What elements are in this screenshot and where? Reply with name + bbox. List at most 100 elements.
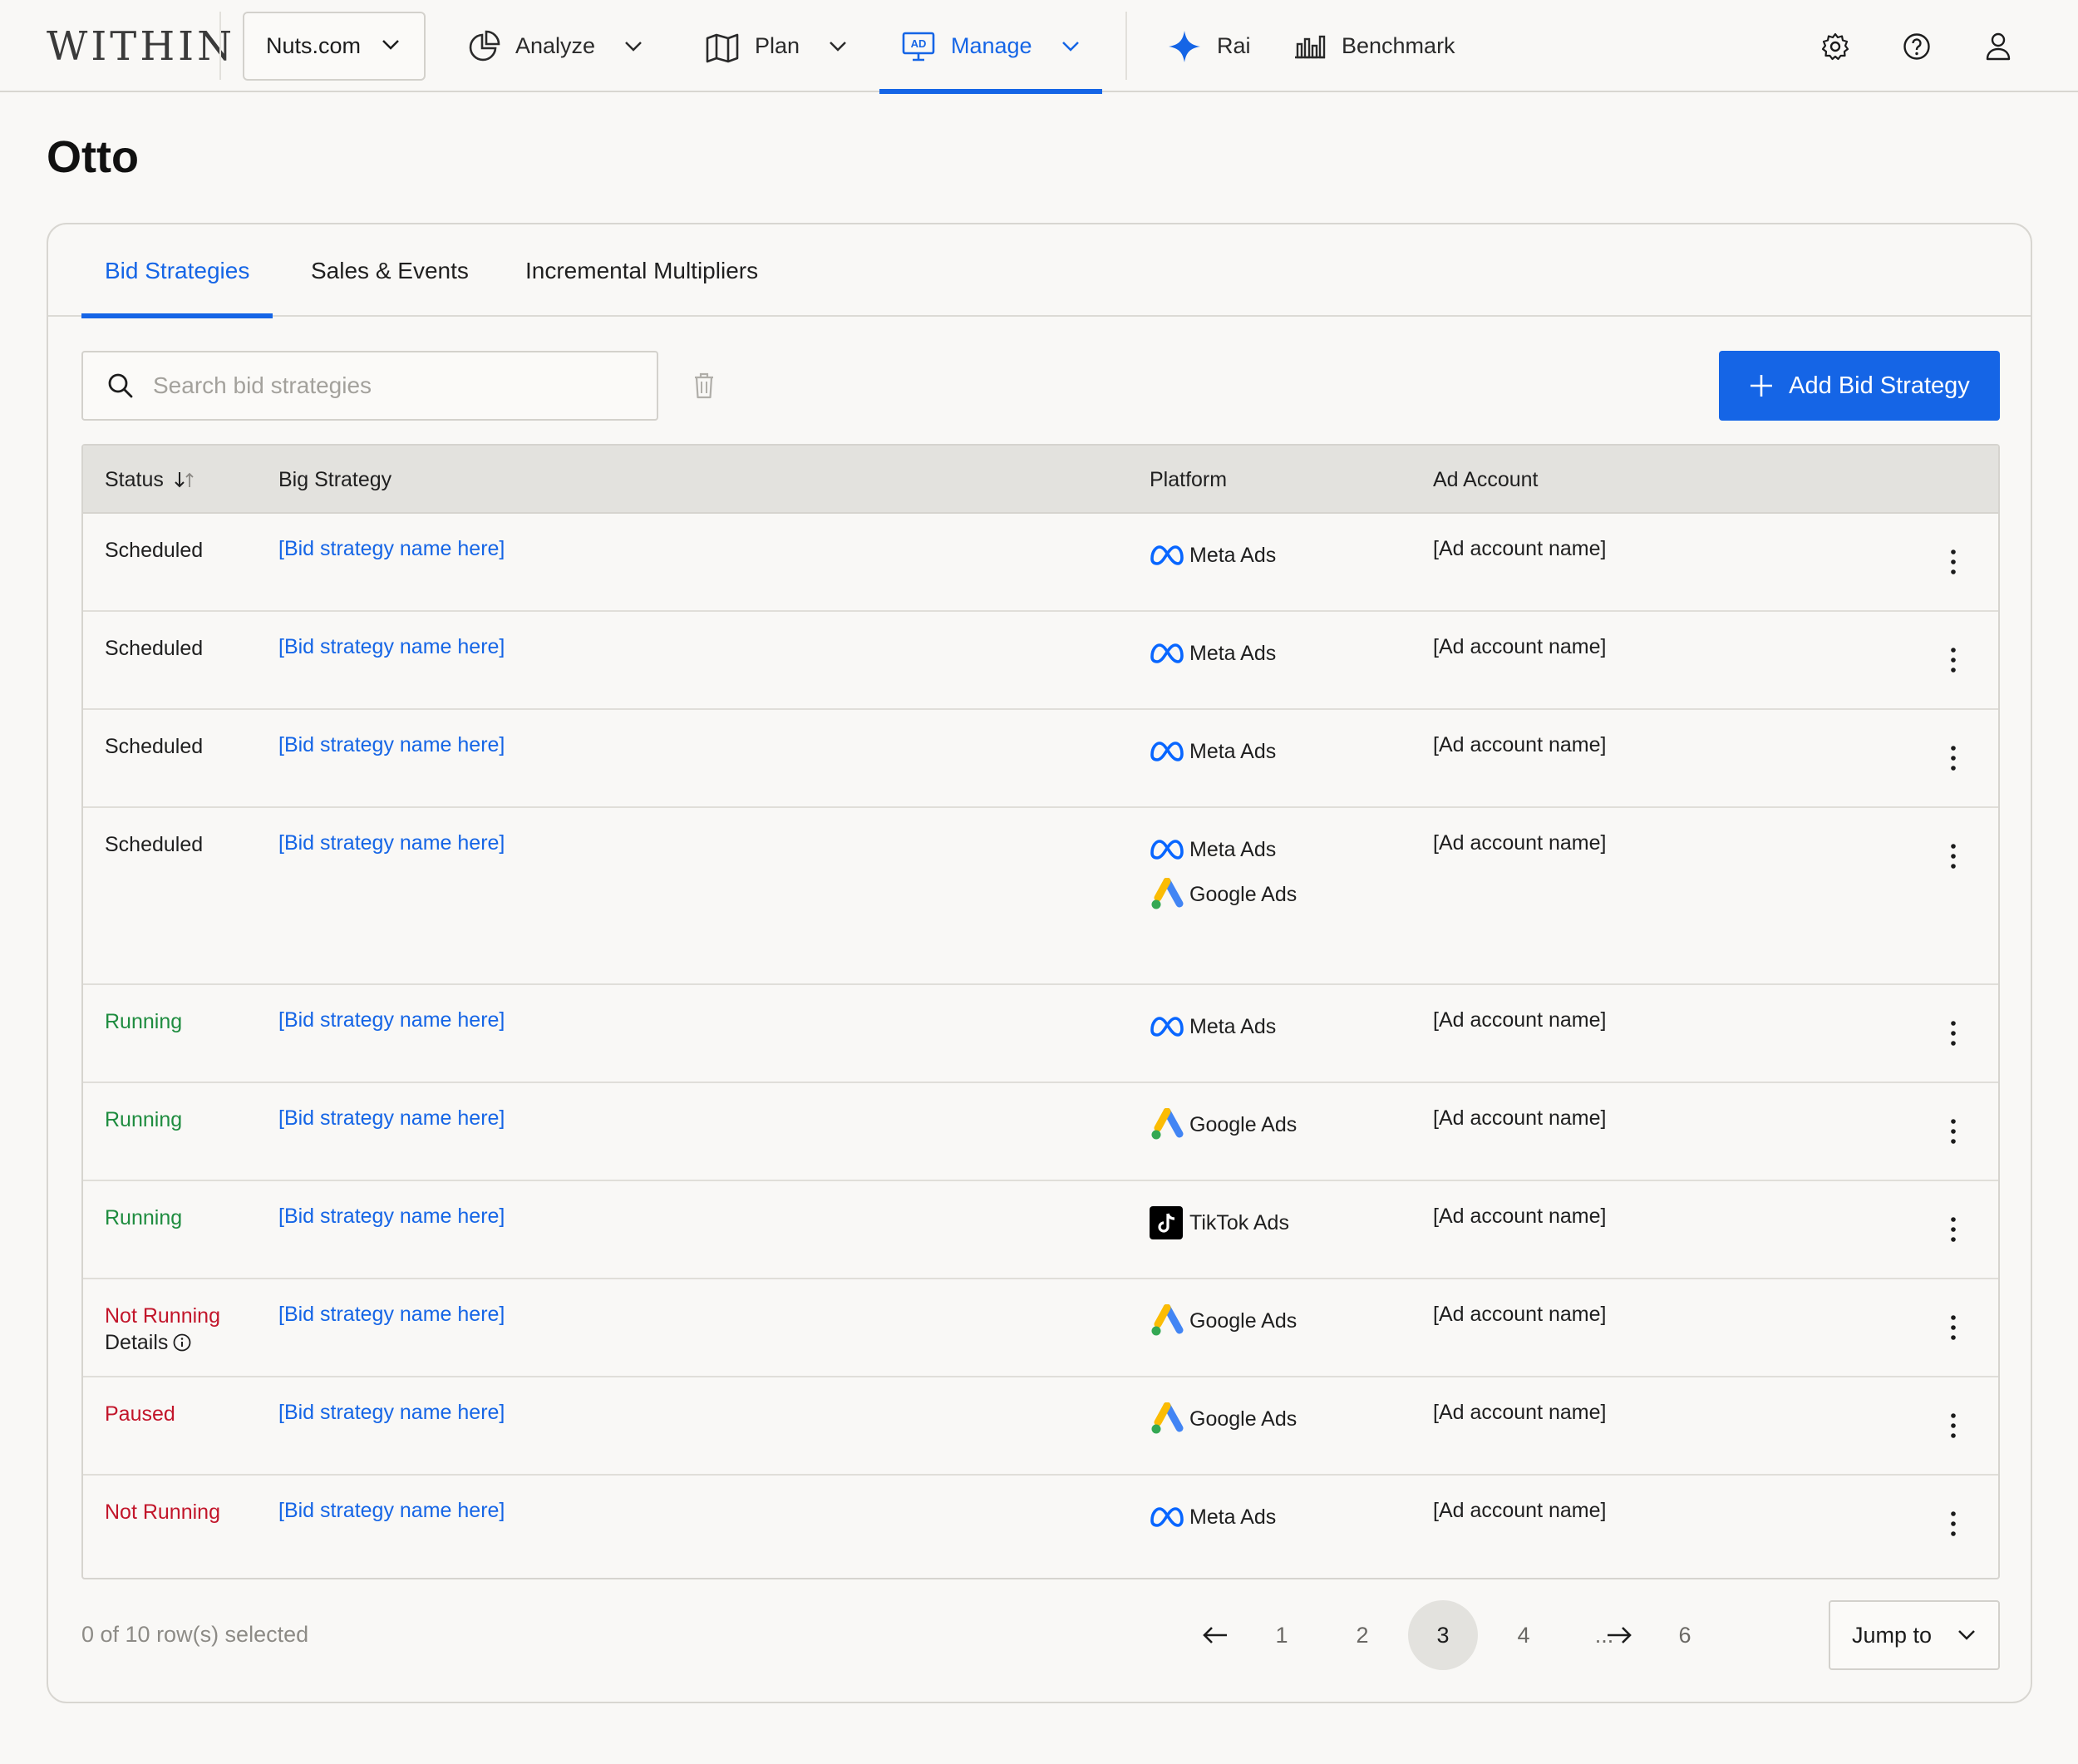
active-nav-indicator — [879, 89, 1102, 94]
tab-sales-events[interactable]: Sales & Events — [311, 224, 469, 317]
add-bid-strategy-button[interactable]: Add Bid Strategy — [1719, 351, 2000, 421]
active-tab-indicator — [81, 313, 273, 318]
page-button[interactable]: 6 — [1650, 1600, 1720, 1670]
bid-strategy-link[interactable]: [Bid strategy name here] — [278, 635, 505, 659]
row-actions-button[interactable] — [1945, 840, 1962, 873]
organization-select[interactable]: Nuts.com — [243, 12, 426, 81]
bid-strategy-link[interactable]: [Bid strategy name here] — [278, 1008, 505, 1032]
nav-plan[interactable]: Plan — [705, 0, 848, 92]
settings-button[interactable] — [1819, 30, 1852, 63]
table-row[interactable]: Not Running [Bid strategy name here] Met… — [83, 1476, 1998, 1574]
table-row[interactable]: Scheduled [Bid strategy name here] Meta … — [83, 710, 1998, 808]
add-bid-strategy-label: Add Bid Strategy — [1789, 372, 1970, 399]
top-navigation: WITHIN Nuts.com Analyze Plan AD Manage R… — [0, 0, 2078, 94]
tab-incremental-multipliers-label: Incremental Multipliers — [525, 257, 759, 283]
page-button[interactable]: 1 — [1247, 1600, 1317, 1670]
selection-count: 0 of 10 row(s) selected — [81, 1622, 309, 1647]
table-row[interactable]: Running [Bid strategy name here] TikTok … — [83, 1181, 1998, 1279]
status-cell: Not Running — [105, 1499, 220, 1525]
ad-account-column-header[interactable]: Ad Account — [1433, 446, 1538, 514]
tab-incremental-multipliers[interactable]: Incremental Multipliers — [525, 224, 758, 317]
nav-divider — [1125, 12, 1127, 80]
platform-cell: Google Ads — [1150, 1402, 1297, 1447]
status-cell: Scheduled — [105, 831, 203, 858]
nav-analyze[interactable]: Analyze — [467, 0, 643, 92]
status-text: Not Running — [105, 1304, 220, 1328]
google-ads-logo-icon — [1150, 1304, 1184, 1338]
ad-account-cell: [Ad account name] — [1433, 1205, 1607, 1228]
ad-account-cell: [Ad account name] — [1433, 1401, 1607, 1424]
platform-label: Meta Ads — [1189, 739, 1277, 763]
bid-strategy-link[interactable]: [Bid strategy name here] — [278, 1106, 505, 1131]
status-details-link[interactable]: Details — [105, 1329, 220, 1356]
status-text: Scheduled — [105, 539, 204, 562]
row-actions-button[interactable] — [1945, 1507, 1962, 1540]
row-actions-button[interactable] — [1945, 643, 1962, 677]
page-button[interactable]: 4 — [1489, 1600, 1558, 1670]
status-cell: Running — [105, 1205, 182, 1231]
row-actions-button[interactable] — [1945, 1311, 1962, 1344]
help-icon — [1903, 33, 1930, 60]
bid-strategy-link[interactable]: [Bid strategy name here] — [278, 537, 505, 561]
platform-cell: Meta Ads — [1150, 539, 1276, 584]
meta-logo-icon — [1150, 1010, 1184, 1043]
status-cell: Running — [105, 1008, 182, 1035]
help-button[interactable] — [1900, 30, 1933, 63]
platform-badge: Google Ads — [1150, 1402, 1297, 1436]
organization-select-value: Nuts.com — [266, 33, 362, 58]
chevron-down-icon — [830, 41, 846, 52]
bid-strategy-link[interactable]: [Bid strategy name here] — [278, 1401, 505, 1425]
row-actions-button[interactable] — [1945, 1115, 1962, 1148]
row-actions-button[interactable] — [1945, 545, 1962, 579]
ad-account-cell: [Ad account name] — [1433, 1303, 1607, 1326]
row-actions-button[interactable] — [1945, 742, 1962, 775]
platform-cell: Google Ads — [1150, 1108, 1297, 1153]
page-button[interactable]: 2 — [1327, 1600, 1397, 1670]
table-row[interactable]: Running [Bid strategy name here] Google … — [83, 1083, 1998, 1181]
row-actions-button[interactable] — [1945, 1409, 1962, 1442]
table-row[interactable]: Scheduled [Bid strategy name here] Meta … — [83, 808, 1998, 985]
row-actions-button[interactable] — [1945, 1213, 1962, 1246]
platform-cell: TikTok Ads — [1150, 1206, 1289, 1251]
table-row[interactable]: Not Running Details [Bid strategy name h… — [83, 1279, 1998, 1377]
nav-manage[interactable]: AD Manage — [879, 0, 1102, 94]
ad-account-cell: [Ad account name] — [1433, 1106, 1607, 1130]
bid-strategy-link[interactable]: [Bid strategy name here] — [278, 1205, 505, 1229]
bid-strategy-link[interactable]: [Bid strategy name here] — [278, 733, 505, 757]
page-button[interactable]: 3 — [1408, 1600, 1478, 1670]
meta-logo-icon — [1150, 735, 1184, 768]
table-row[interactable]: Scheduled [Bid strategy name here] Meta … — [83, 514, 1998, 612]
more-vertical-icon — [1951, 746, 1956, 771]
nav-rai[interactable]: Rai — [1167, 0, 1251, 92]
platform-badge: Meta Ads — [1150, 637, 1276, 670]
status-text: Scheduled — [105, 735, 204, 758]
status-column-header[interactable]: Status — [105, 446, 195, 514]
table-row[interactable]: Paused [Bid strategy name here] Google A… — [83, 1377, 1998, 1476]
pie-chart-icon — [469, 30, 500, 61]
bid-strategy-link[interactable]: [Bid strategy name here] — [278, 831, 505, 855]
google-ads-logo-icon — [1150, 1108, 1184, 1141]
chevron-down-icon — [625, 41, 642, 52]
tab-bid-strategies[interactable]: Bid Strategies — [81, 224, 273, 318]
platform-badge: TikTok Ads — [1150, 1206, 1289, 1239]
platform-column-header[interactable]: Platform — [1150, 446, 1227, 514]
strategy-column-header[interactable]: Big Strategy — [278, 446, 391, 514]
nav-benchmark[interactable]: Benchmark — [1293, 0, 1455, 92]
next-page-button[interactable] — [1584, 1600, 1654, 1670]
chevron-down-icon — [382, 40, 399, 50]
row-actions-button[interactable] — [1945, 1017, 1962, 1050]
platform-badge: Meta Ads — [1150, 1010, 1276, 1043]
within-logo[interactable]: WITHIN — [47, 23, 235, 70]
table-row[interactable]: Running [Bid strategy name here] Meta Ad… — [83, 985, 1998, 1083]
more-vertical-icon — [1951, 1511, 1956, 1536]
gear-icon — [1821, 32, 1849, 61]
bid-strategy-link[interactable]: [Bid strategy name here] — [278, 1303, 505, 1327]
search-input[interactable] — [153, 372, 618, 399]
table-row[interactable]: Scheduled [Bid strategy name here] Meta … — [83, 612, 1998, 710]
previous-page-button[interactable] — [1180, 1600, 1250, 1670]
delete-button[interactable] — [693, 372, 715, 403]
profile-button[interactable] — [1982, 30, 2015, 63]
jump-to-select[interactable]: Jump to — [1829, 1600, 2000, 1670]
meta-logo-icon — [1150, 637, 1184, 670]
bid-strategy-link[interactable]: [Bid strategy name here] — [278, 1499, 505, 1523]
